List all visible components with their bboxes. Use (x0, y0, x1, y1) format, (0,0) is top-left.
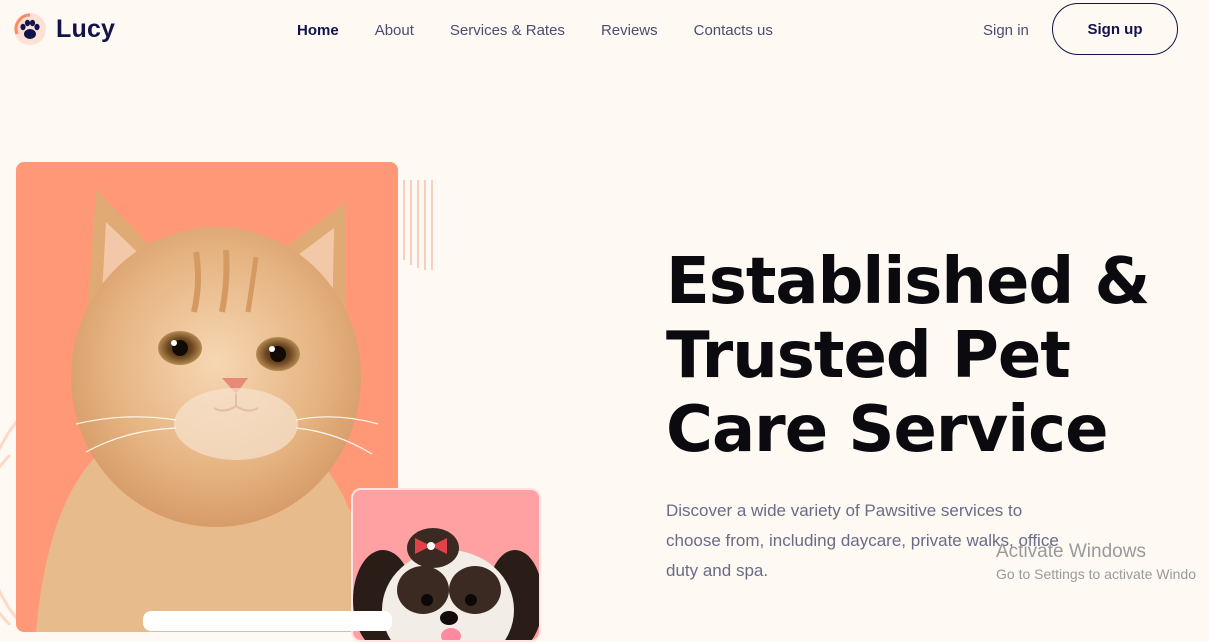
hero-headline: Established & Trusted Pet Care Service (666, 245, 1186, 467)
nav-contacts[interactable]: Contacts us (694, 22, 773, 39)
headline-line: Established & (666, 245, 1150, 319)
watermark-title: Activate Windows (996, 541, 1146, 562)
brand-name: Lucy (56, 14, 116, 43)
paw-icon (14, 13, 46, 45)
watermark-subtitle: Go to Settings to activate Windo (996, 566, 1196, 582)
brand-logo[interactable]: Lucy (13, 12, 115, 46)
kitten-photo (36, 190, 379, 632)
nav-services-rates[interactable]: Services & Rates (450, 22, 565, 39)
sign-in-link[interactable]: Sign in (983, 22, 1029, 39)
windows-activation-watermark: Activate Windows Go to Settings to activ… (996, 541, 1196, 582)
nav-home[interactable]: Home (297, 22, 339, 39)
sign-up-button[interactable]: Sign up (1052, 3, 1178, 55)
nav-reviews[interactable]: Reviews (601, 22, 658, 39)
decorative-stripes (403, 180, 433, 270)
headline-line: Care Service (666, 393, 1108, 467)
cat-image-card (16, 162, 398, 632)
main-nav: Home About Services & Rates Reviews Cont… (297, 22, 809, 39)
nav-about[interactable]: About (375, 22, 414, 39)
info-card-edge (143, 611, 392, 631)
headline-line: Trusted Pet (666, 319, 1071, 393)
